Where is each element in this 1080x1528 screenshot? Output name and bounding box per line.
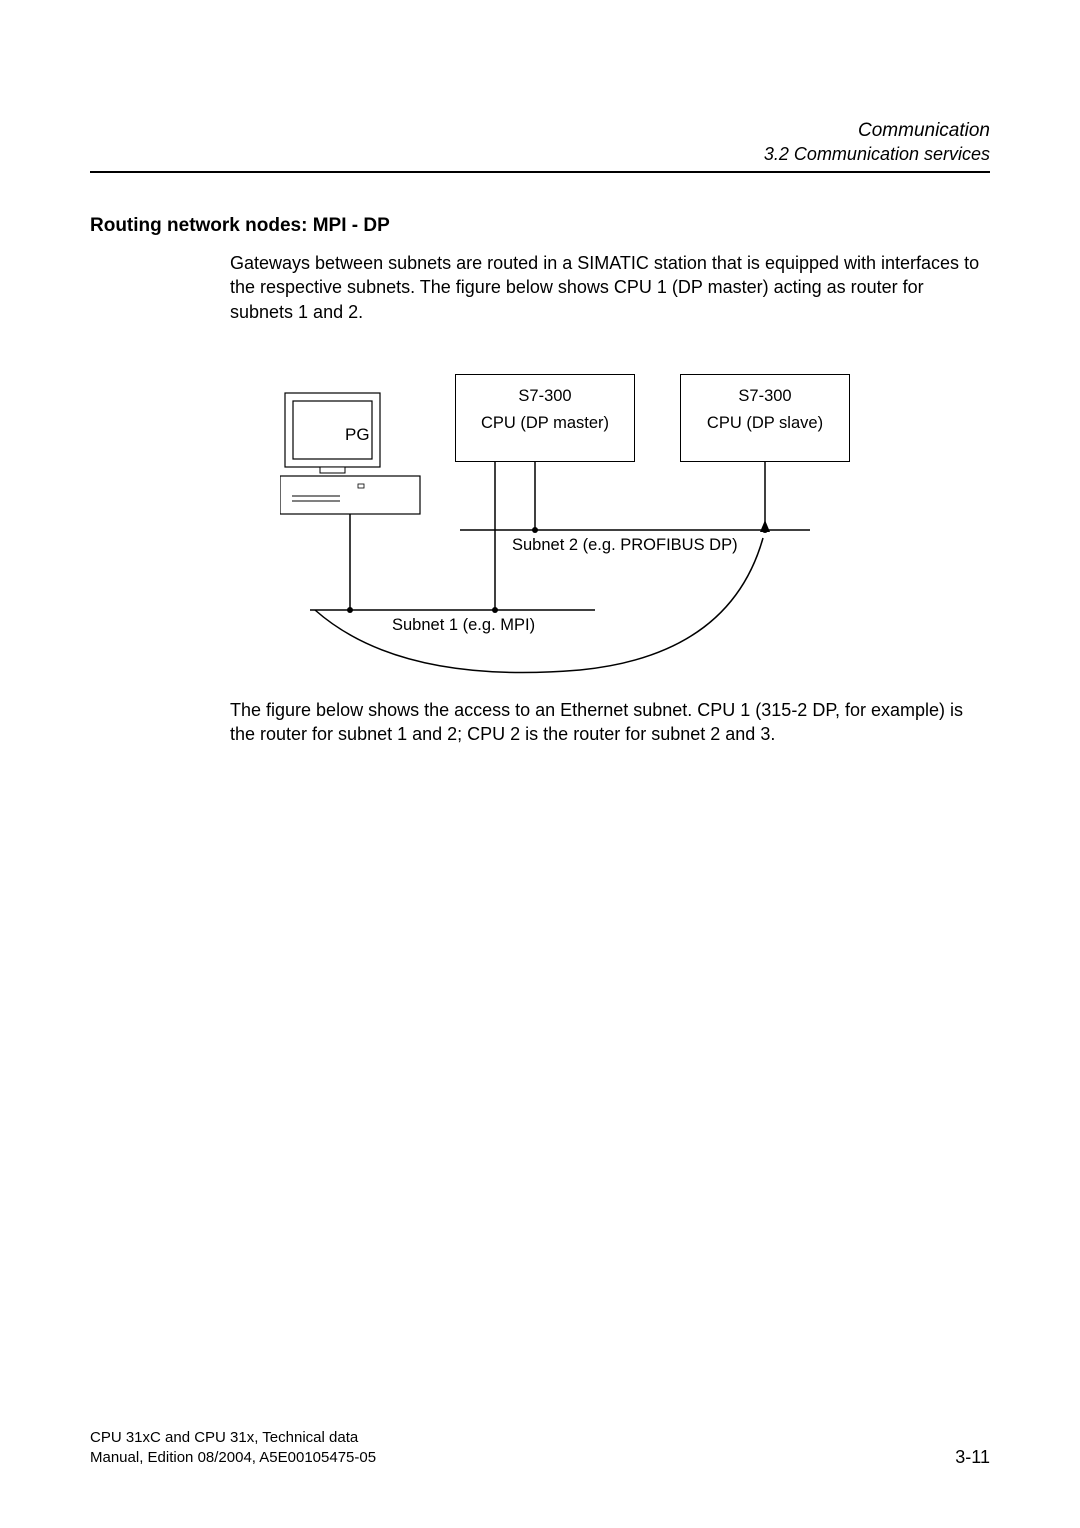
box-cpu-slave: S7-300 CPU (DP slave) [680,374,850,462]
page-number: 3-11 [955,1447,990,1468]
header-section: 3.2 Communication services [90,144,990,165]
box-cpu-master: S7-300 CPU (DP master) [455,374,635,462]
header-chapter: Communication [90,120,990,142]
box-slave-line2: CPU (DP slave) [687,414,843,433]
pg-label: PG [345,425,370,445]
box-master-line2: CPU (DP master) [462,414,628,433]
subnet1-label: Subnet 1 (e.g. MPI) [392,616,535,635]
box-master-line1: S7-300 [462,387,628,406]
footer-line1: CPU 31xC and CPU 31x, Technical data [90,1428,376,1448]
header-rule [90,171,990,173]
page-footer: CPU 31xC and CPU 31x, Technical data Man… [90,1428,990,1469]
footer-line2: Manual, Edition 08/2004, A5E00105475-05 [90,1448,376,1468]
routing-diagram: PG S7-300 CPU (DP master) S7-300 CPU (DP… [280,350,880,680]
paragraph-2: The figure below shows the access to an … [230,698,990,747]
box-slave-line1: S7-300 [687,387,843,406]
paragraph-1: Gateways between subnets are routed in a… [230,251,990,324]
section-heading: Routing network nodes: MPI - DP [90,215,990,237]
subnet2-label: Subnet 2 (e.g. PROFIBUS DP) [512,536,738,555]
